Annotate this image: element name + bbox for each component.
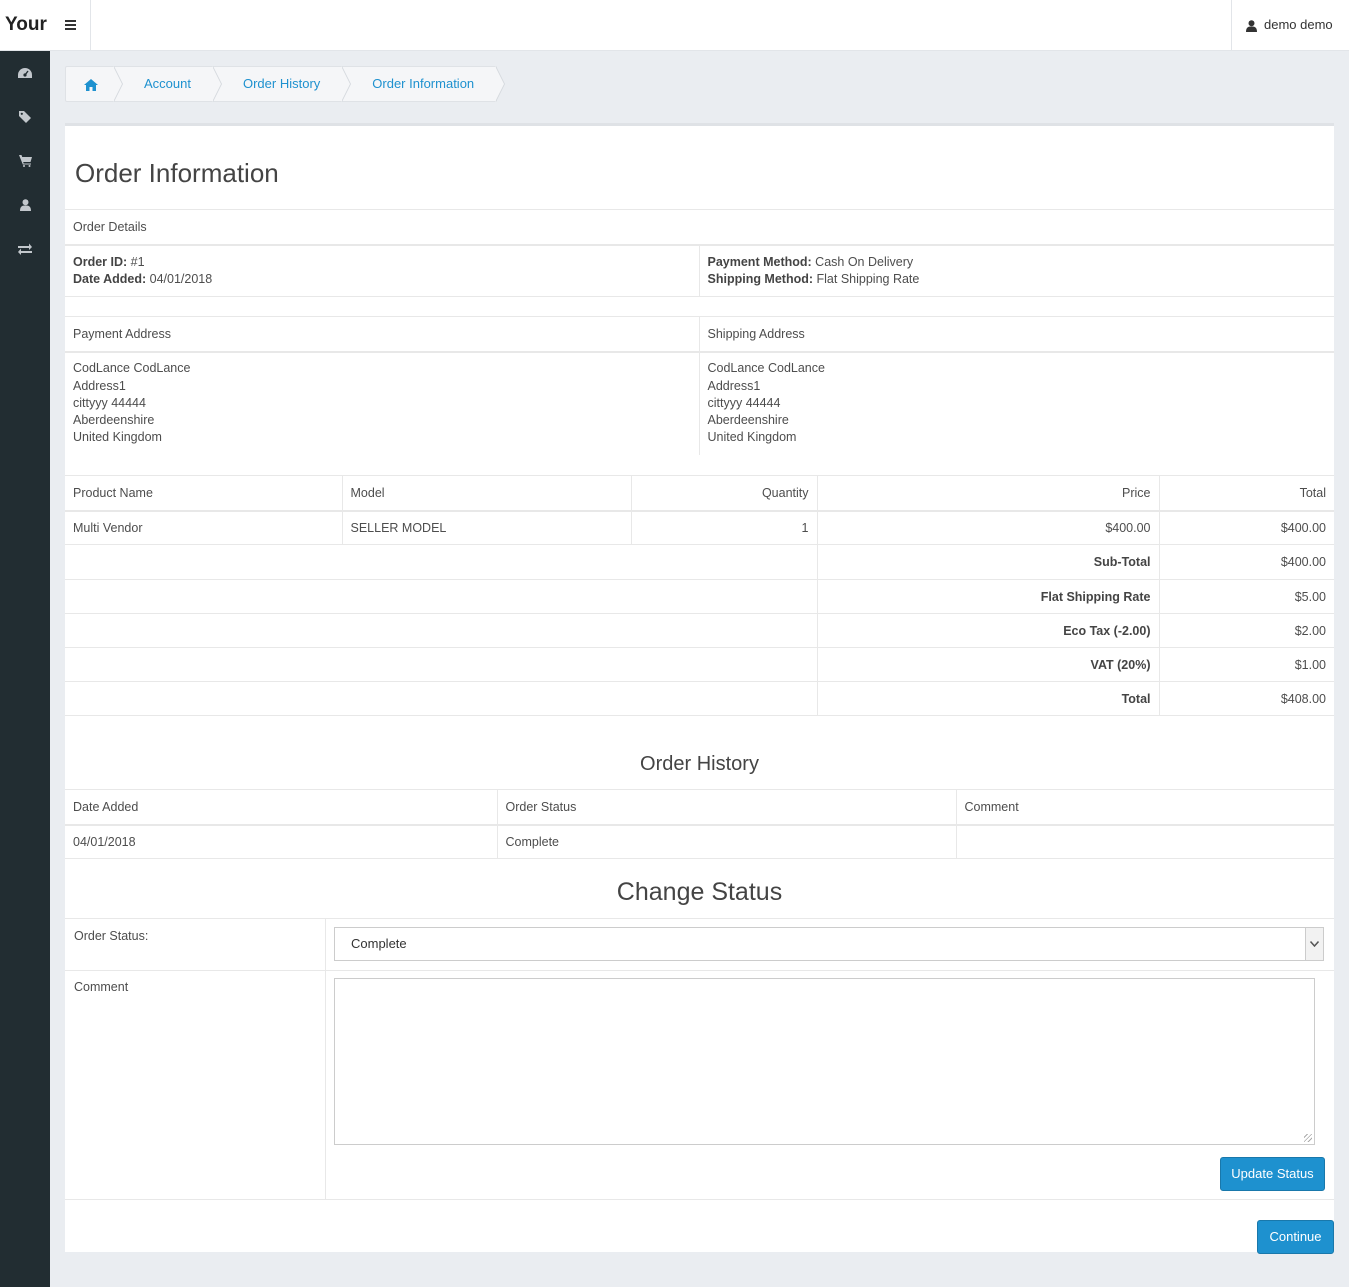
shipping-address: CodLance CodLance Address1 cittyyy 44444… (698, 350, 1334, 455)
comment-textarea[interactable] (334, 978, 1315, 1145)
user-icon (19, 199, 31, 211)
order-status-select[interactable]: Complete (334, 927, 1324, 961)
user-icon (1246, 19, 1257, 32)
date-added-label: Date Added: (73, 271, 147, 286)
shipping-method-label: Shipping Method: (707, 271, 814, 286)
breadcrumb-home[interactable] (66, 66, 123, 102)
sidebar-item-dashboard[interactable] (0, 51, 50, 95)
table-row: Multi Vendor SELLER MODEL 1 $400.00 $400… (65, 509, 1334, 545)
shipping-row: Flat Shipping Rate $5.00 (65, 579, 1334, 614)
breadcrumb-order-information[interactable]: Order Information (342, 66, 506, 102)
cart-icon (18, 155, 32, 167)
payment-method: Cash On Delivery (815, 254, 914, 269)
continue-button[interactable]: Continue (1257, 1220, 1334, 1254)
col-quantity: Quantity (630, 475, 817, 511)
sidebar-item-catalog[interactable] (0, 95, 50, 139)
page-title: Order Information (75, 158, 279, 188)
breadcrumb-account[interactable]: Account (114, 66, 222, 102)
breadcrumb: Account Order History Order Information (65, 66, 506, 102)
col-product-name: Product Name (65, 475, 342, 511)
payment-address: CodLance CodLance Address1 cittyyy 44444… (65, 350, 699, 455)
brand-logo[interactable]: Your (0, 0, 50, 50)
order-history-heading: Order History (640, 753, 759, 775)
vat-row: VAT (20%) $1.00 (65, 647, 1334, 682)
sidebar (0, 51, 50, 1287)
update-status-button[interactable]: Update Status (1220, 1157, 1325, 1191)
address-table: Payment Address Shipping Address CodLanc… (65, 316, 1334, 455)
dashboard-icon (18, 67, 32, 78)
home-icon (84, 78, 98, 91)
change-status-heading: Change Status (616, 878, 783, 906)
sidebar-item-customers[interactable] (0, 183, 50, 227)
col-price: Price (816, 475, 1159, 511)
tag-icon (19, 111, 31, 123)
col-comment: Comment (955, 789, 1334, 825)
col-model: Model (341, 475, 631, 511)
order-info-panel: Order Information Order Details Order ID… (65, 123, 1334, 1254)
table-row: 04/01/2018 Complete (65, 823, 1334, 859)
exchange-icon (18, 243, 32, 255)
hamburger-icon (64, 19, 76, 30)
col-total: Total (1158, 475, 1334, 511)
eco-tax-row: Eco Tax (-2.00) $2.00 (65, 613, 1334, 648)
order-details-heading: Order Details (65, 209, 1334, 245)
products-table: Product Name Model Quantity Price Total … (65, 475, 1334, 716)
menu-toggle-button[interactable] (50, 0, 91, 50)
order-details-table: Order Details Order ID: #1 Date Added: 0… (65, 209, 1334, 318)
user-menu[interactable]: demo demo (1231, 0, 1349, 50)
col-order-status: Order Status (496, 789, 956, 825)
comment-label: Comment (74, 980, 129, 994)
chevron-down-icon (1305, 928, 1323, 960)
shipping-method: Flat Shipping Rate (816, 271, 920, 286)
order-id-label: Order ID: (73, 254, 128, 269)
total-row: Total $408.00 (65, 681, 1334, 716)
resize-handle-icon[interactable] (1304, 1134, 1312, 1142)
shipping-address-heading: Shipping Address (698, 316, 1334, 352)
payment-address-heading: Payment Address (65, 316, 699, 352)
date-added: 04/01/2018 (149, 271, 213, 286)
subtotal-row: Sub-Total $400.00 (65, 544, 1334, 580)
order-status-label: Order Status: (74, 929, 149, 943)
user-name: demo demo (1264, 17, 1333, 32)
order-history-table: Date Added Order Status Comment 04/01/20… (65, 789, 1334, 859)
col-date-added: Date Added (65, 789, 497, 825)
sidebar-item-transactions[interactable] (0, 227, 50, 271)
breadcrumb-order-history[interactable]: Order History (213, 66, 352, 102)
payment-method-label: Payment Method: (707, 254, 812, 269)
top-navbar: Your demo demo (0, 0, 1349, 51)
sidebar-item-sales[interactable] (0, 139, 50, 183)
order-id: #1 (130, 254, 145, 269)
